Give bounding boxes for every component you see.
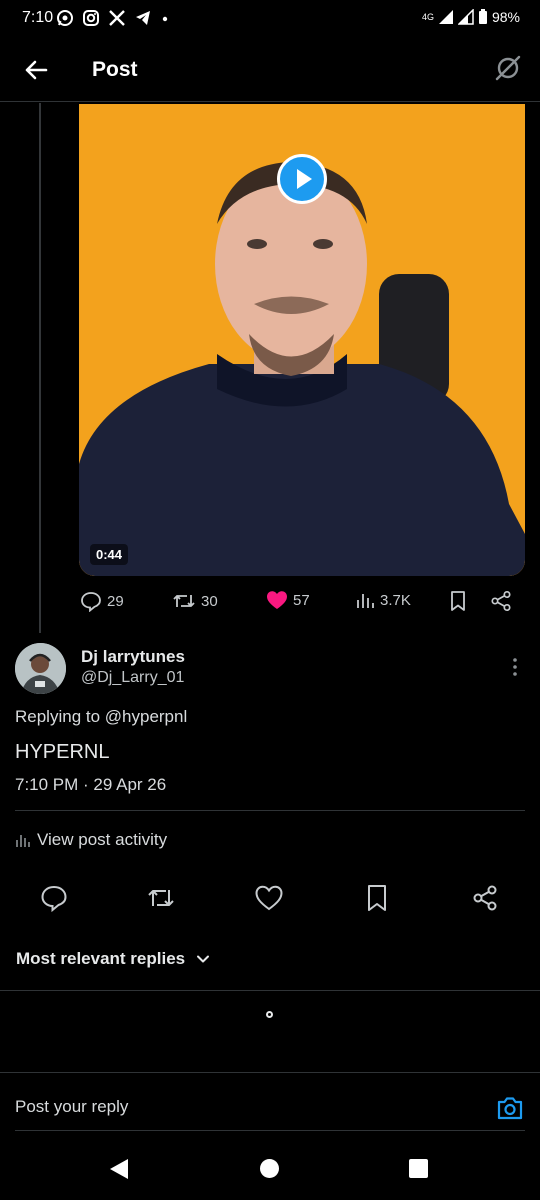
post-text: HYPERNL <box>15 741 110 763</box>
like-count: 57 <box>293 591 310 609</box>
avatar[interactable] <box>15 643 66 694</box>
repost-button[interactable] <box>146 883 176 913</box>
activity-label: View post activity <box>37 830 168 849</box>
system-navigation-bar <box>0 1140 540 1200</box>
nav-back-icon[interactable] <box>108 1158 130 1180</box>
activity-icon <box>16 835 30 847</box>
bookmark-icon <box>368 885 386 911</box>
status-indicators: 4G 98% <box>422 9 520 25</box>
views-count: 3.7K <box>380 591 411 609</box>
bookmark-action[interactable] <box>448 590 468 612</box>
more-options-button[interactable] <box>505 653 525 681</box>
like-action[interactable]: 57 <box>266 590 310 610</box>
author-name[interactable]: Dj larrytunes <box>81 647 185 667</box>
bookmark-icon <box>451 591 465 611</box>
signal-icon-2 <box>457 9 474 25</box>
views-icon <box>357 594 374 608</box>
bookmark-button[interactable] <box>362 883 392 913</box>
grok-button[interactable] <box>492 52 524 84</box>
share-icon <box>491 590 511 612</box>
like-button[interactable] <box>254 883 284 913</box>
x-icon <box>109 10 125 26</box>
signal-icon <box>438 10 453 24</box>
play-icon <box>297 169 312 189</box>
repost-icon <box>148 890 174 906</box>
heart-filled-icon <box>267 591 287 609</box>
dot-icon <box>162 16 168 22</box>
author-handle[interactable]: @Dj_Larry_01 <box>81 669 184 687</box>
loading-spinner <box>266 1011 273 1018</box>
play-button[interactable] <box>277 154 327 204</box>
nav-recents-button[interactable] <box>409 1159 428 1178</box>
divider <box>15 810 525 811</box>
page-title: Post <box>92 58 138 81</box>
reply-count: 29 <box>107 592 124 610</box>
divider <box>0 1072 540 1073</box>
top-app-bar: Post <box>0 40 540 102</box>
network-label: 4G <box>421 12 434 22</box>
status-bar: 7:10 4G 98% <box>0 0 540 38</box>
grok-icon <box>495 55 521 81</box>
more-vertical-icon <box>513 658 517 676</box>
whatsapp-icon <box>57 10 73 26</box>
avatar-image <box>15 643 66 694</box>
video-player[interactable] <box>79 104 525 576</box>
nav-home-button[interactable] <box>260 1159 279 1178</box>
video-duration: 0:44 <box>90 544 129 565</box>
arrow-left-icon <box>25 60 48 80</box>
view-post-activity[interactable]: View post activity <box>15 830 167 850</box>
post-author: Dj larrytunes @Dj_Larry_01 <box>15 643 525 695</box>
reply-action[interactable]: 29 <box>80 590 124 612</box>
replies-sort-dropdown[interactable]: Most relevant replies <box>16 949 211 969</box>
replying-to[interactable]: Replying to @hyperpnl <box>15 707 187 727</box>
divider <box>0 990 540 991</box>
sort-label: Most relevant replies <box>16 949 186 968</box>
chevron-down-icon <box>197 955 210 963</box>
heart-icon <box>255 885 283 911</box>
repost-action[interactable]: 30 <box>172 590 218 612</box>
share-action[interactable] <box>490 590 512 612</box>
post-actions <box>0 883 540 915</box>
share-button[interactable] <box>470 883 500 913</box>
status-time: 7:10 <box>22 9 54 26</box>
battery-icon <box>478 9 487 24</box>
reply-icon <box>41 885 67 913</box>
share-icon <box>473 885 497 911</box>
post-timestamp: 7:10 PM · 29 Apr 26 <box>15 775 167 794</box>
camera-icon <box>497 1097 523 1120</box>
reply-icon <box>81 592 101 612</box>
repost-icon <box>173 595 195 607</box>
views-action[interactable]: 3.7K <box>355 590 411 610</box>
repost-count: 30 <box>201 592 218 610</box>
instagram-icon <box>83 10 99 26</box>
telegram-icon <box>136 11 150 25</box>
status-app-icons <box>56 9 170 27</box>
reply-input[interactable]: Post your reply <box>15 1097 128 1117</box>
camera-button[interactable] <box>496 1094 524 1122</box>
thread-connector-line <box>39 103 41 633</box>
back-button[interactable] <box>20 54 52 86</box>
battery-percent: 98% <box>491 9 520 25</box>
divider <box>15 1130 525 1131</box>
reply-button[interactable] <box>39 883 69 913</box>
quoted-post-actions: 29 30 57 3.7K <box>80 590 520 618</box>
